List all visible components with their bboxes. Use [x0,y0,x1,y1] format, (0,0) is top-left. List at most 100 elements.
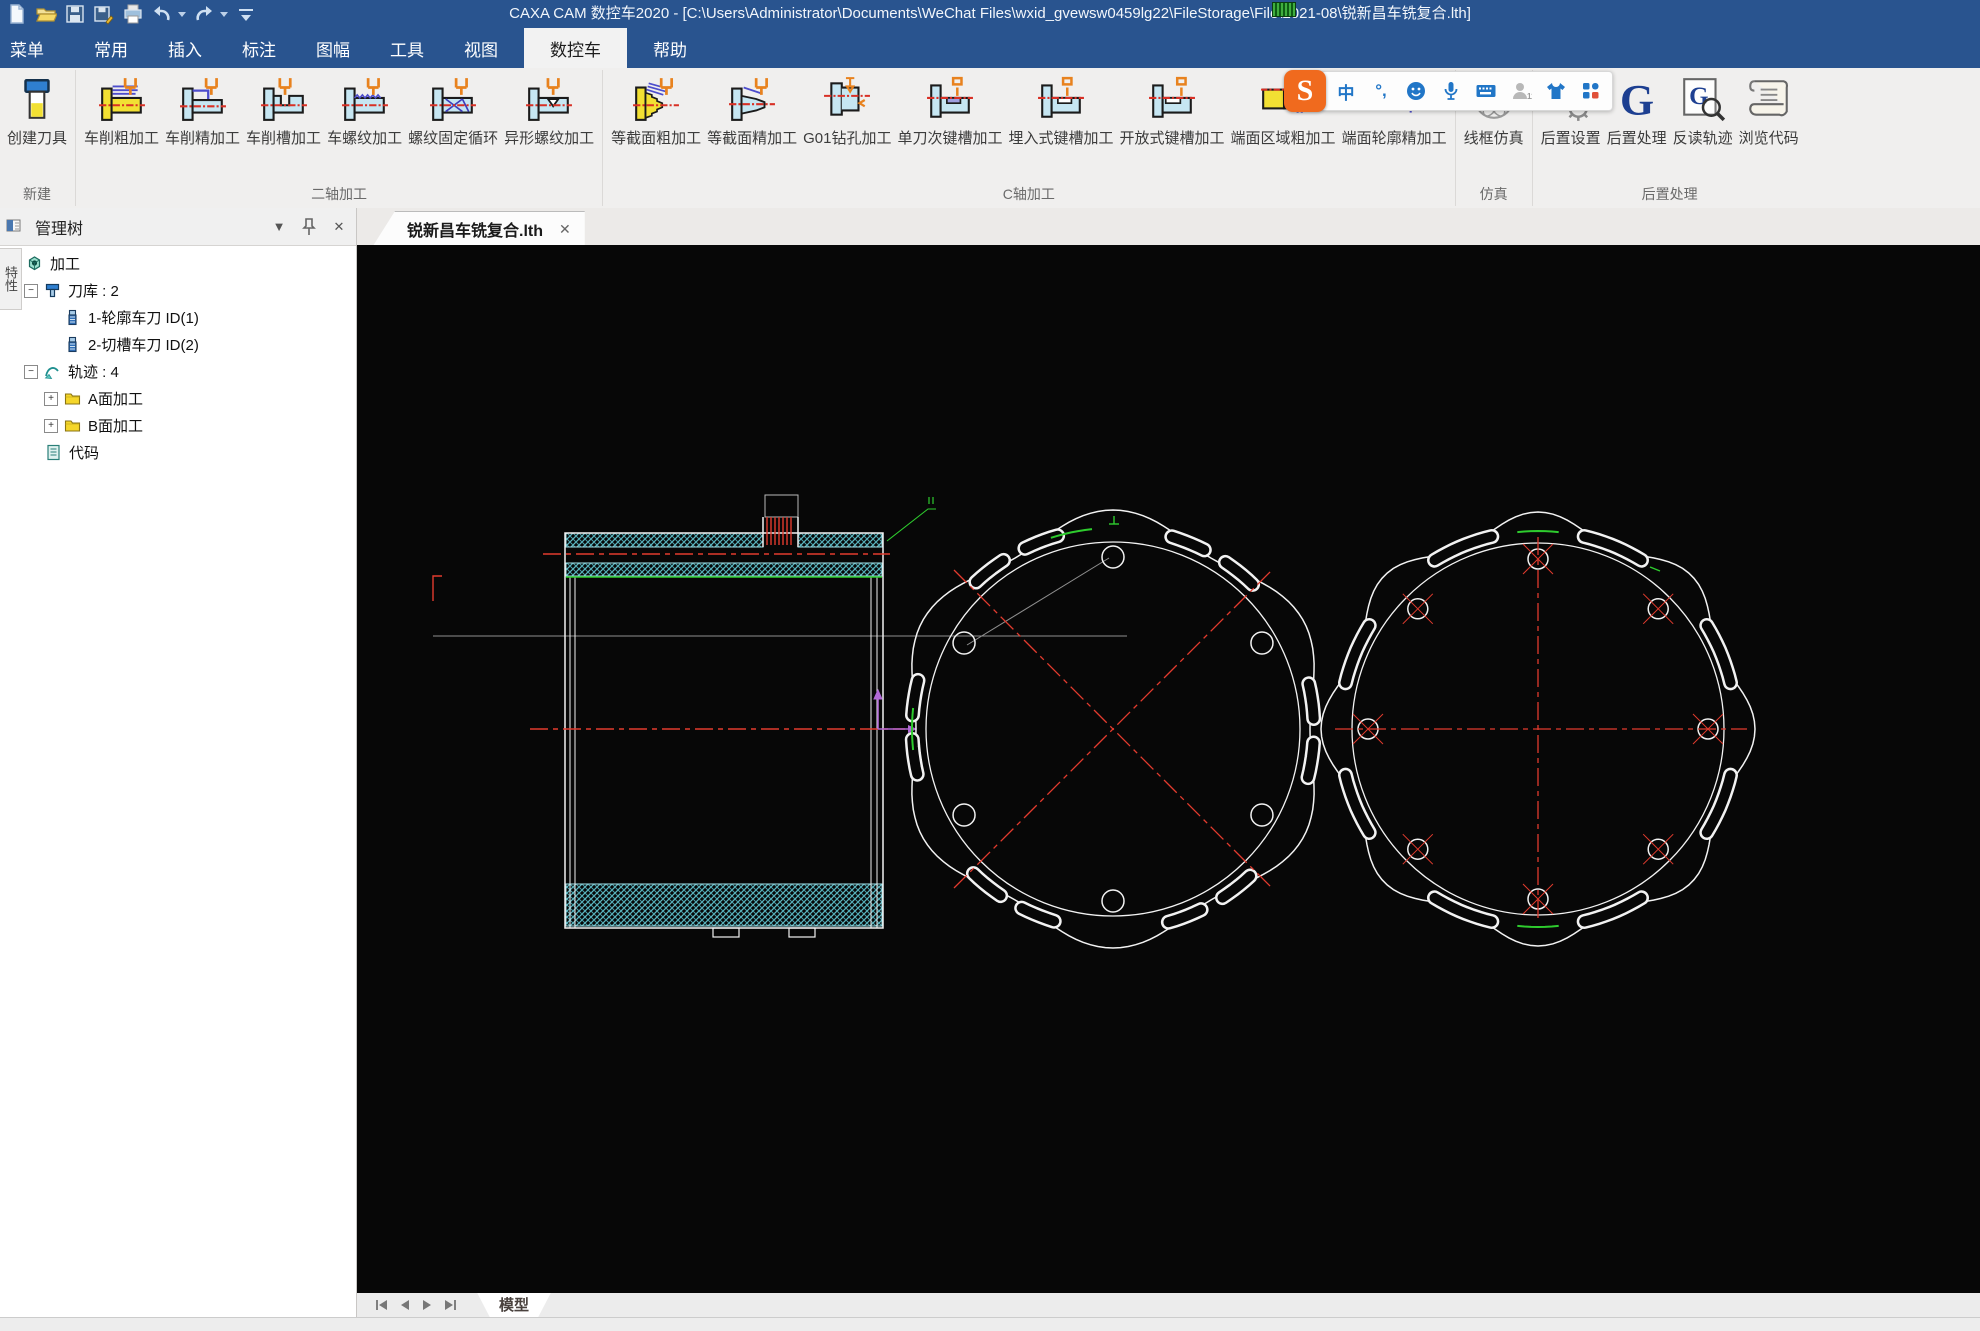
read-traj-button[interactable]: G反读轨迹 [1670,71,1736,150]
document-tab-bar: 锐新昌车铣复合.lth ✕ [357,208,1980,246]
code-icon [45,444,62,461]
ime-logo-icon[interactable]: S [1284,70,1326,112]
key-embed-button[interactable]: 埋入式键槽加工 [1006,71,1117,150]
panel-close-icon[interactable]: ✕ [328,216,350,238]
tab-tools[interactable]: 工具 [370,28,444,68]
post-process-button[interactable]: G后置处理 [1604,71,1670,150]
face-finish-icon [728,75,776,123]
key-open-icon [1148,75,1196,123]
ime-toolbar: S 中 °, 11 [1284,69,1613,113]
lathe-rough-button[interactable]: 车削粗加工 [81,71,162,150]
first-sheet-icon[interactable] [375,1299,389,1311]
key-single-button[interactable]: 单刀次键槽加工 [895,71,1006,150]
tree-item-code[interactable]: 代码 [22,439,352,466]
ime-skin-icon[interactable] [1545,80,1567,102]
file-type-chip-icon [1272,2,1296,17]
ime-chinese-mode-icon[interactable]: 中 [1335,80,1357,102]
tab-insert[interactable]: 插入 [148,28,222,68]
panel-header: 管理树 ▼ ✕ [0,208,356,246]
manager-tree-panel: 管理树 ▼ ✕ 特性 加工 − 刀库 : 2 1-轮廓车刀 ID(1) [0,208,357,1317]
view-code-icon [1745,75,1793,123]
tab-sheet[interactable]: 图幅 [296,28,370,68]
folder-icon [64,390,81,407]
ribbon-group-label: 仿真 [1457,184,1531,208]
document-tab[interactable]: 锐新昌车铣复合.lth ✕ [373,211,585,246]
tree-item-faceB[interactable]: + B面加工 [22,412,352,439]
ime-mic-icon[interactable] [1440,80,1462,102]
ribbon-group-new: 创建刀具 新建 [0,68,74,208]
ribbon-group-label: 二轴加工 [77,184,601,208]
ribbon-group-label: 后置处理 [1534,184,1806,208]
title-bar: CAXA CAM 数控车2020 - [C:\Users\Administrat… [0,0,1980,28]
panel-title: 管理树 [35,215,83,239]
tab-common[interactable]: 常用 [74,28,148,68]
next-sheet-icon[interactable] [421,1299,433,1311]
collapse-icon[interactable]: − [24,365,38,379]
ribbon-separator [75,70,76,206]
ime-keyboard-icon[interactable] [1475,80,1497,102]
tab-menu[interactable]: 菜单 [0,28,74,68]
tool-item-icon [64,336,81,353]
tree-item-trajectory[interactable]: − 轨迹 : 4 [22,358,352,385]
lathe-thread-icon [341,75,389,123]
panel-pin-icon[interactable] [298,216,320,238]
key-single-icon [926,75,974,123]
face-finish-button[interactable]: 等截面精加工 [704,71,800,150]
ime-profile-icon[interactable]: 11 [1510,80,1532,102]
last-sheet-icon[interactable] [443,1299,457,1311]
create-tool-icon [13,75,61,123]
tree-item-toollib[interactable]: − 刀库 : 2 [22,277,352,304]
tree-item-tool2[interactable]: 2-切槽车刀 ID(2) [22,331,352,358]
machining-icon [26,255,43,272]
tree-item-tool1[interactable]: 1-轮廓车刀 ID(1) [22,304,352,331]
ime-punctuation-icon[interactable]: °, [1370,80,1392,102]
key-open-button[interactable]: 开放式键槽加工 [1117,71,1228,150]
menu-tab-bar: 菜单 常用 插入 标注 图幅 工具 视图 数控车 帮助 [0,28,1980,68]
collapse-icon[interactable]: − [24,284,38,298]
tab-cnc-lathe[interactable]: 数控车 [524,28,627,68]
expand-icon[interactable]: + [44,419,58,433]
toollib-icon [44,282,61,299]
panel-dropdown-icon[interactable]: ▼ [268,216,290,238]
ribbon: 创建刀具 新建 车削粗加工 车削精加工 车削槽加工 车螺纹加工 螺纹固定循环 异… [0,68,1980,209]
canvas-tab-bar: 模型 [357,1293,1980,1317]
ime-toolbox-grid-icon[interactable] [1580,80,1602,102]
thread-shape-button[interactable]: 异形螺纹加工 [501,71,597,150]
tab-view[interactable]: 视图 [444,28,518,68]
cad-drawing [357,245,1980,1293]
view-code-button[interactable]: 浏览代码 [1736,71,1802,150]
lathe-thread-button[interactable]: 车螺纹加工 [324,71,405,150]
create-tool-button[interactable]: 创建刀具 [4,71,70,150]
expand-icon[interactable]: + [44,392,58,406]
thread-cycle-button[interactable]: 螺纹固定循环 [405,71,501,150]
lathe-groove-icon [260,75,308,123]
model-tab[interactable]: 模型 [477,1293,551,1318]
document-tab-close-icon[interactable]: ✕ [559,221,571,238]
lathe-finish-button[interactable]: 车削精加工 [162,71,243,150]
ribbon-group-label: C轴加工 [604,184,1453,208]
svg-text:G: G [1620,77,1654,123]
read-traj-icon: G [1679,75,1727,123]
tree-item-machining[interactable]: 加工 [22,250,352,277]
lathe-finish-icon [179,75,227,123]
ribbon-group-2axis: 车削粗加工 车削精加工 车削槽加工 车螺纹加工 螺纹固定循环 异形螺纹加工 二轴… [77,68,601,208]
trajectory-icon [44,363,61,380]
side-tab-properties[interactable]: 特性 [0,248,22,310]
tab-help[interactable]: 帮助 [633,28,707,68]
ribbon-separator [602,70,603,206]
drawing-canvas[interactable] [357,245,1980,1293]
tree-item-faceA[interactable]: + A面加工 [22,385,352,412]
ime-emoji-icon[interactable] [1405,80,1427,102]
status-bar [0,1317,1980,1331]
tool-item-icon [64,309,81,326]
panel-icon [5,218,22,235]
prev-sheet-icon[interactable] [399,1299,411,1311]
face-rough-button[interactable]: 等截面粗加工 [608,71,704,150]
g01-drill-button[interactable]: G01钻孔加工 [800,71,894,150]
thread-cycle-icon [429,75,477,123]
thread-shape-icon [525,75,573,123]
window-title: CAXA CAM 数控车2020 - [C:\Users\Administrat… [0,0,1980,28]
tab-annotate[interactable]: 标注 [222,28,296,68]
main-area: 锐新昌车铣复合.lth ✕ 模型 [357,208,1980,1317]
lathe-groove-button[interactable]: 车削槽加工 [243,71,324,150]
